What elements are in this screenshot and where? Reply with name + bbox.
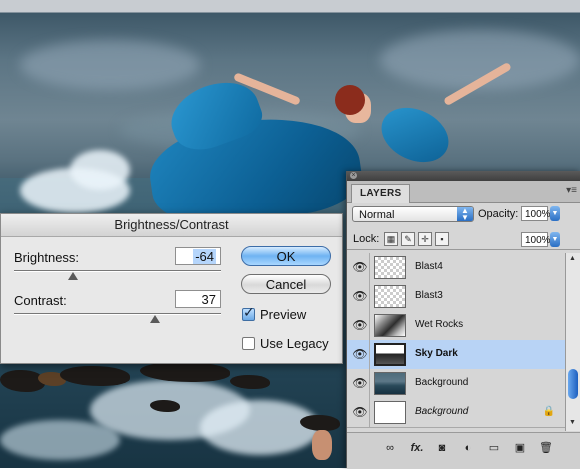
- wave-foam: [200, 400, 320, 455]
- brightness-label: Brightness:: [14, 250, 80, 265]
- contrast-label: Contrast:: [14, 293, 67, 308]
- cloud: [20, 40, 200, 90]
- eye-icon[interactable]: 👁: [351, 290, 369, 302]
- divider: [369, 398, 370, 427]
- close-icon[interactable]: ×: [350, 172, 357, 179]
- opacity-input[interactable]: 100%: [521, 206, 551, 221]
- use-legacy-label: Use Legacy: [260, 336, 329, 351]
- preview-checkbox[interactable]: [242, 305, 255, 321]
- panel-tab-row: LAYERS ▾≡: [347, 181, 580, 203]
- eye-icon[interactable]: 👁: [351, 261, 369, 273]
- divider: [369, 253, 370, 282]
- ok-button[interactable]: OK: [241, 246, 331, 266]
- lock-transparent-icon[interactable]: ▦: [384, 232, 398, 246]
- layer-name: Sky Dark: [415, 348, 458, 359]
- tab-layers[interactable]: LAYERS: [351, 184, 411, 203]
- layer-row[interactable]: 👁 Background: [347, 369, 565, 399]
- lock-icon: 🔒: [542, 406, 555, 417]
- adjustment-icon[interactable]: ◐: [461, 441, 475, 455]
- brightness-input[interactable]: -64: [175, 247, 221, 265]
- layers-panel: × LAYERS ▾≡ Normal ▲ ▼ Opacity: 100% ▼ Lo…: [346, 171, 580, 469]
- contrast-slider-track[interactable]: [14, 313, 221, 315]
- divider: [369, 311, 370, 340]
- layer-row[interactable]: 👁 Background 🔒: [347, 398, 565, 428]
- layers-bottom-toolbar: ∞ fx. ◙ ◐ ▭ ▣ 🗑: [347, 432, 580, 469]
- use-legacy-checkbox[interactable]: [242, 337, 255, 350]
- layer-row-selected[interactable]: 👁 Sky Dark: [347, 340, 565, 370]
- fill-input[interactable]: 100%: [521, 232, 551, 247]
- trash-icon[interactable]: 🗑: [539, 441, 553, 455]
- scroll-down-icon[interactable]: ▼: [569, 419, 576, 426]
- brightness-slider-track[interactable]: [14, 270, 221, 272]
- divider: [369, 369, 370, 398]
- folder-icon[interactable]: ▭: [487, 441, 501, 455]
- layer-name: Wet Rocks: [415, 319, 464, 330]
- panel-menu-icon[interactable]: ▾≡: [566, 185, 577, 196]
- layer-row[interactable]: 👁 Blast4: [347, 253, 565, 283]
- lock-image-icon[interactable]: ✎: [401, 232, 415, 246]
- wave-splash: [70, 150, 130, 190]
- layer-thumbnail: [374, 401, 406, 424]
- blend-mode-value: Normal: [359, 209, 395, 221]
- layer-name: Blast4: [415, 261, 443, 272]
- link-icon[interactable]: ∞: [383, 441, 397, 455]
- eye-icon[interactable]: 👁: [351, 348, 369, 360]
- opacity-dropdown-icon[interactable]: ▼: [550, 206, 560, 221]
- contrast-input[interactable]: 37: [175, 290, 221, 308]
- wave-foam: [0, 420, 120, 460]
- lock-label: Lock:: [353, 233, 380, 245]
- panel-title-strip: ×: [347, 171, 580, 181]
- fx-icon[interactable]: fx.: [407, 441, 427, 455]
- layer-thumbnail: [374, 343, 406, 366]
- divider: [369, 340, 370, 369]
- eye-icon[interactable]: 👁: [351, 406, 369, 418]
- swimmer: [312, 430, 332, 460]
- layer-list: 👁 Blast4 👁 Blast3 👁 Wet Rocks 👁 Sky Dark…: [347, 253, 565, 431]
- lock-all-icon[interactable]: ▪: [435, 232, 449, 246]
- scrollbar-thumb[interactable]: [568, 369, 578, 399]
- eye-icon[interactable]: 👁: [351, 319, 369, 331]
- divider: [369, 282, 370, 311]
- blue-dress-sleeve: [372, 97, 458, 173]
- layer-row[interactable]: 👁 Blast3: [347, 282, 565, 312]
- layer-name: Background: [415, 377, 469, 388]
- brightness-value: -64: [193, 249, 216, 264]
- opacity-label: Opacity:: [478, 208, 519, 220]
- canvas-top-strip: [0, 0, 580, 12]
- preview-label: Preview: [260, 307, 307, 322]
- mask-icon[interactable]: ◙: [435, 441, 449, 455]
- contrast-slider-thumb[interactable]: [150, 315, 160, 323]
- layer-thumbnail: [374, 285, 406, 308]
- divider: [347, 249, 580, 250]
- layer-row[interactable]: 👁 Wet Rocks: [347, 311, 565, 341]
- layer-name: Blast3: [415, 290, 443, 301]
- lock-position-icon[interactable]: ✛: [418, 232, 432, 246]
- chevron-updown-icon: ▲ ▼: [457, 207, 473, 222]
- layer-name: Background: [415, 406, 469, 417]
- layer-thumbnail: [374, 314, 406, 337]
- fill-dropdown-icon[interactable]: ▼: [550, 232, 560, 247]
- blend-mode-select[interactable]: Normal ▲ ▼: [352, 206, 474, 222]
- scroll-up-icon[interactable]: ▲: [569, 255, 576, 262]
- eye-icon[interactable]: 👁: [351, 377, 369, 389]
- brightness-slider-thumb[interactable]: [68, 272, 78, 280]
- new-layer-icon[interactable]: ▣: [513, 441, 527, 455]
- layers-scrollbar[interactable]: ▲ ▼: [565, 253, 580, 431]
- layer-thumbnail: [374, 256, 406, 279]
- dialog-title: Brightness/Contrast: [1, 214, 342, 237]
- brightness-contrast-dialog: Brightness/Contrast Brightness: -64 Cont…: [0, 213, 343, 364]
- layer-thumbnail: [374, 372, 406, 395]
- cancel-button[interactable]: Cancel: [241, 274, 331, 294]
- model-hair: [335, 85, 365, 115]
